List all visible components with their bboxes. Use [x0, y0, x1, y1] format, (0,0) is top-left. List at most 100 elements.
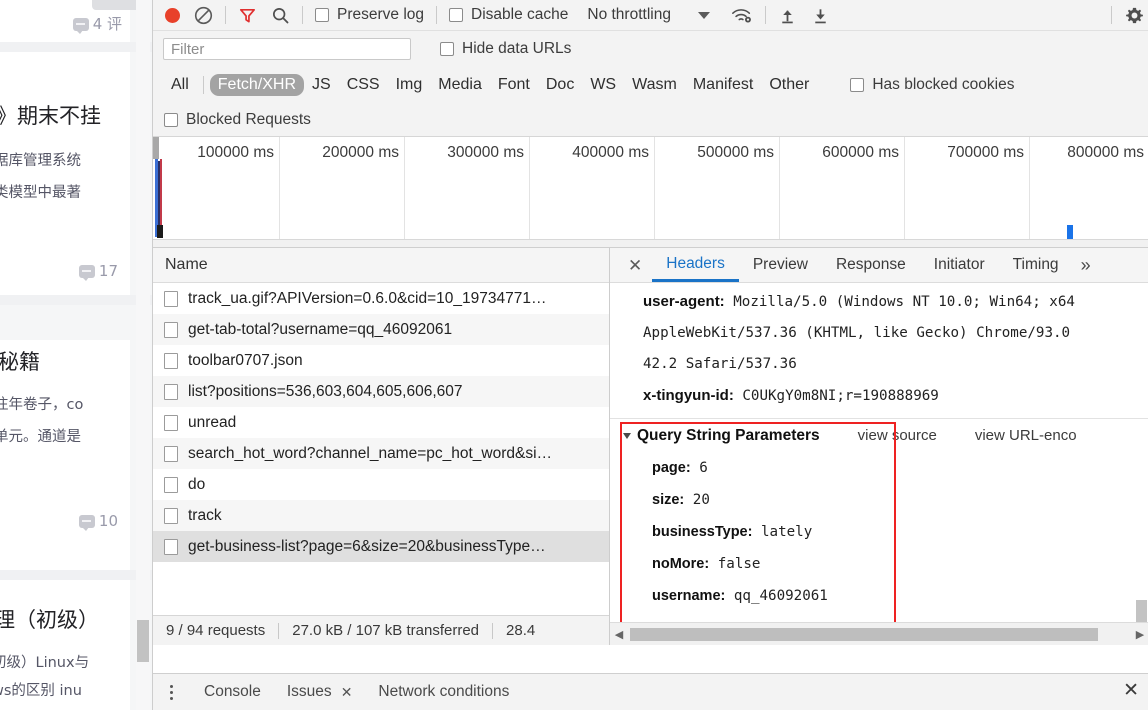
has-blocked-cookies-checkbox[interactable]: Has blocked cookies — [843, 71, 1021, 99]
table-row[interactable]: toolbar0707.json — [153, 345, 609, 376]
network-conditions-button[interactable] — [717, 1, 760, 29]
tab-response[interactable]: Response — [822, 249, 920, 282]
clear-button[interactable] — [187, 1, 220, 29]
close-icon[interactable]: ✕ — [341, 684, 353, 701]
table-row[interactable]: track — [153, 500, 609, 531]
type-filter-font[interactable]: Font — [490, 74, 538, 96]
details-vertical-scrollbar-thumb[interactable] — [1136, 600, 1147, 623]
network-status-bar: 9 / 94 requests 27.0 kB / 107 kB transfe… — [153, 615, 609, 645]
blocked-requests-checkbox[interactable]: Blocked Requests — [164, 106, 318, 134]
view-url-encoded-link[interactable]: view URL-enco — [975, 427, 1077, 444]
tab-initiator[interactable]: Initiator — [920, 249, 999, 282]
chevron-down-icon[interactable] — [623, 432, 631, 439]
article-title: 理（初级） — [0, 608, 99, 632]
table-row[interactable]: do — [153, 469, 609, 500]
header-key: x-tingyun-id: — [643, 387, 734, 404]
throttling-dropdown-arrow[interactable] — [678, 1, 717, 29]
import-har-button[interactable] — [771, 1, 804, 29]
query-param-key: size: — [652, 492, 685, 508]
drawer-tab-network-conditions[interactable]: Network conditions — [365, 683, 522, 701]
table-row[interactable]: search_hot_word?channel_name=pc_hot_word… — [153, 438, 609, 469]
checkbox-box — [449, 8, 464, 22]
row-checkbox[interactable] — [164, 383, 178, 400]
row-checkbox[interactable] — [164, 414, 178, 431]
devtools-drawer: Console Issues ✕ Network conditions ✕ — [153, 673, 1148, 710]
scrollbar-thumb[interactable] — [630, 628, 1098, 641]
preserve-log-checkbox[interactable]: Preserve log — [308, 1, 431, 29]
query-param-key: username: — [652, 588, 726, 604]
row-checkbox[interactable] — [164, 352, 178, 369]
row-checkbox[interactable] — [164, 445, 178, 462]
toolbar-divider — [225, 6, 226, 24]
type-filter-doc[interactable]: Doc — [538, 74, 582, 96]
type-filter-js[interactable]: JS — [304, 74, 339, 96]
disable-cache-checkbox[interactable]: Disable cache — [442, 1, 575, 29]
timeline-tick-label: 700000 ms — [947, 144, 1024, 161]
drawer-tab-label: Console — [204, 683, 261, 700]
table-row[interactable]: get-tab-total?username=qq_46092061 — [153, 314, 609, 345]
tab-preview[interactable]: Preview — [739, 249, 822, 282]
hide-data-urls-label: Hide data URLs — [462, 40, 572, 57]
query-param-row: businessType: lately — [610, 516, 1148, 548]
type-filter-other[interactable]: Other — [761, 74, 817, 96]
row-checkbox[interactable] — [164, 507, 178, 524]
details-horizontal-scrollbar[interactable]: ◀ ▶ — [610, 622, 1148, 645]
table-row[interactable]: list?positions=536,603,604,605,606,607 — [153, 376, 609, 407]
type-filter-all[interactable]: All — [163, 74, 197, 96]
row-checkbox[interactable] — [164, 321, 178, 338]
page-scrollbar-track[interactable] — [136, 0, 150, 710]
scroll-left-arrow-icon[interactable]: ◀ — [610, 628, 628, 641]
table-row[interactable]: unread — [153, 407, 609, 438]
type-filter-ws[interactable]: WS — [582, 74, 624, 96]
scroll-right-arrow-icon[interactable]: ▶ — [1131, 628, 1148, 641]
article-excerpt-line: 类模型中最著 — [0, 185, 81, 201]
page-article-card[interactable]: 秘籍 往年卷子，co 单元。通道是 10 — [0, 340, 130, 570]
filter-toggle-button[interactable] — [231, 1, 264, 29]
drawer-tab-issues[interactable]: Issues ✕ — [274, 683, 366, 701]
type-filter-media[interactable]: Media — [430, 74, 490, 96]
type-filter-manifest[interactable]: Manifest — [685, 74, 761, 96]
tab-headers[interactable]: Headers — [652, 249, 739, 282]
page-scrollbar-thumb[interactable] — [137, 620, 149, 662]
type-filter-wasm[interactable]: Wasm — [624, 74, 685, 96]
timeline-tick-label: 500000 ms — [697, 144, 774, 161]
has-blocked-cookies-label: Has blocked cookies — [872, 76, 1015, 93]
more-options-icon[interactable] — [163, 684, 179, 700]
article-title: 秘籍 — [0, 350, 40, 374]
page-article-card[interactable]: 》期末不挂 据库管理系统 类模型中最著 17 — [0, 52, 130, 295]
toolbar-divider — [202, 76, 204, 94]
throttling-select[interactable]: No throttling — [575, 1, 678, 29]
scrollbar-track[interactable] — [628, 627, 1131, 641]
tab-timing[interactable]: Timing — [999, 249, 1073, 282]
table-row-selected[interactable]: get-business-list?page=6&size=20&busines… — [153, 531, 609, 562]
settings-button[interactable] — [1117, 1, 1148, 29]
row-checkbox[interactable] — [164, 538, 178, 555]
query-string-section: Query String Parameters view source view… — [610, 419, 1148, 623]
type-filter-fetch-xhr[interactable]: Fetch/XHR — [209, 74, 305, 96]
hide-data-urls-checkbox[interactable]: Hide data URLs — [433, 35, 578, 63]
query-string-header[interactable]: Query String Parameters view source view… — [610, 419, 1148, 452]
row-checkbox[interactable] — [164, 476, 178, 493]
page-article-card[interactable]: 理（初级） 初级）Linux与 ws的区别 inu — [0, 580, 130, 710]
export-har-button[interactable] — [804, 1, 837, 29]
record-button[interactable] — [153, 1, 187, 29]
search-button[interactable] — [264, 1, 297, 29]
drawer-close-icon[interactable]: ✕ — [1123, 679, 1139, 702]
page-section-divider — [0, 295, 152, 305]
comment-icon — [72, 18, 89, 34]
type-filter-img[interactable]: Img — [388, 74, 431, 96]
type-filter-css[interactable]: CSS — [339, 74, 388, 96]
row-checkbox[interactable] — [164, 290, 178, 307]
request-list-header[interactable]: Name — [153, 248, 609, 283]
network-overview-timeline[interactable]: 100000 ms 200000 ms 300000 ms 400000 ms … — [153, 137, 1148, 248]
close-details-icon[interactable]: ✕ — [618, 257, 652, 274]
more-tabs-icon[interactable]: » — [1073, 255, 1099, 276]
table-row[interactable]: track_ua.gif?APIVersion=0.6.0&cid=10_197… — [153, 283, 609, 314]
view-source-link[interactable]: view source — [858, 427, 937, 444]
request-name: track — [188, 506, 222, 524]
drawer-tab-console[interactable]: Console — [191, 683, 274, 701]
timeline-tick: 400000 ms — [530, 137, 655, 247]
header-entry-continuation: 42.2 Safari/537.36 — [610, 349, 1148, 380]
query-param-row: noMore: false — [610, 548, 1148, 580]
filter-input[interactable] — [163, 38, 411, 60]
